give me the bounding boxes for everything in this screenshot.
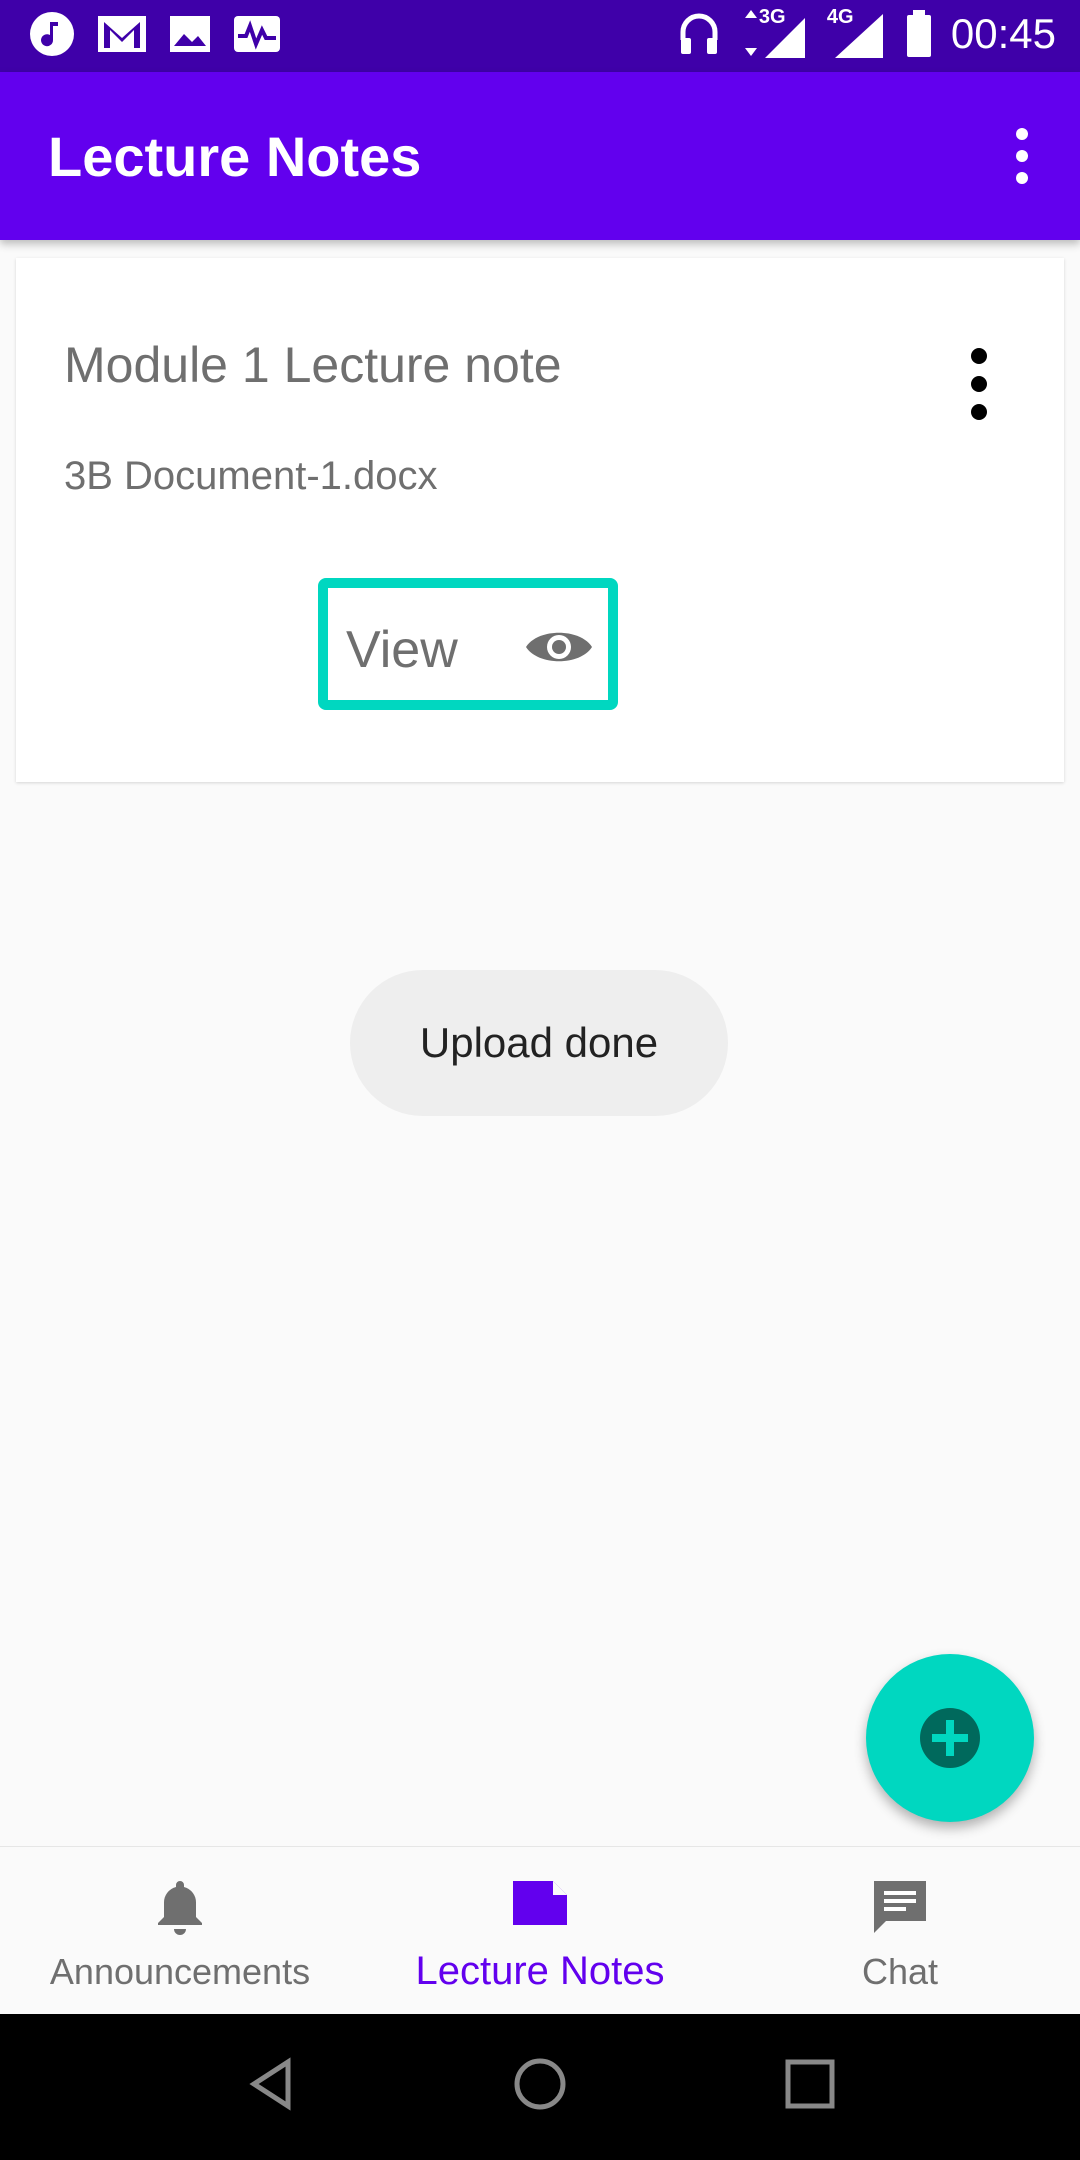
status-bar: 3G 4G 00:45 [0,0,1080,72]
battery-icon [906,10,931,57]
home-icon[interactable] [510,2054,570,2114]
toast-text: Upload done [419,1019,659,1066]
nav-item-lecture-notes[interactable]: Lecture Notes [360,1847,720,2015]
view-button-label: View [346,621,458,679]
system-navigation-bar [0,2014,1080,2160]
lecture-note-card: Module 1 Lecture note 3B Document-1.docx… [16,258,1064,782]
image-icon [170,16,210,52]
bottom-navigation: Announcements Lecture Notes Chat [0,1846,1080,2015]
nav-label-announcements: Announcements [49,1951,311,1992]
toast-message: Upload done [350,970,728,1116]
nav-item-chat[interactable]: Chat [720,1847,1080,2015]
3g-signal-icon: 3G [739,6,809,60]
back-icon[interactable] [246,2054,296,2114]
note-title: Module 1 Lecture note [64,337,562,393]
3g-label: 3G [758,6,786,28]
nav-item-announcements[interactable]: Announcements [0,1847,360,2015]
system-icons: 3G 4G 00:45 [677,6,1056,60]
notification-icons [28,10,282,58]
4g-label: 4G [826,6,854,28]
more-vert-icon [971,348,987,420]
nav-label-lecture-notes: Lecture Notes [415,1949,665,1993]
add-circle-icon [920,1708,980,1768]
gmail-icon [98,16,146,52]
app-bar: Lecture Notes [0,72,1080,240]
recents-icon[interactable] [780,2054,840,2114]
eye-icon [526,632,592,662]
view-button[interactable]: View [318,578,618,710]
clock: 00:45 [950,10,1056,57]
activity-icon [234,16,280,52]
add-note-fab[interactable] [866,1654,1034,1822]
note-file-name: 3B Document-1.docx [64,454,438,498]
note-options-button[interactable] [964,344,994,424]
4g-signal-icon: 4G [826,6,887,60]
headset-icon [680,13,718,54]
music-icon [30,12,74,56]
bell-icon [158,1881,202,1935]
overflow-menu-button[interactable] [1002,124,1042,188]
chat-icon [874,1881,926,1933]
page-title: Lecture Notes [48,125,422,188]
nav-label-chat: Chat [861,1951,939,1992]
more-vert-icon [1016,128,1028,184]
note-icon [513,1881,567,1925]
